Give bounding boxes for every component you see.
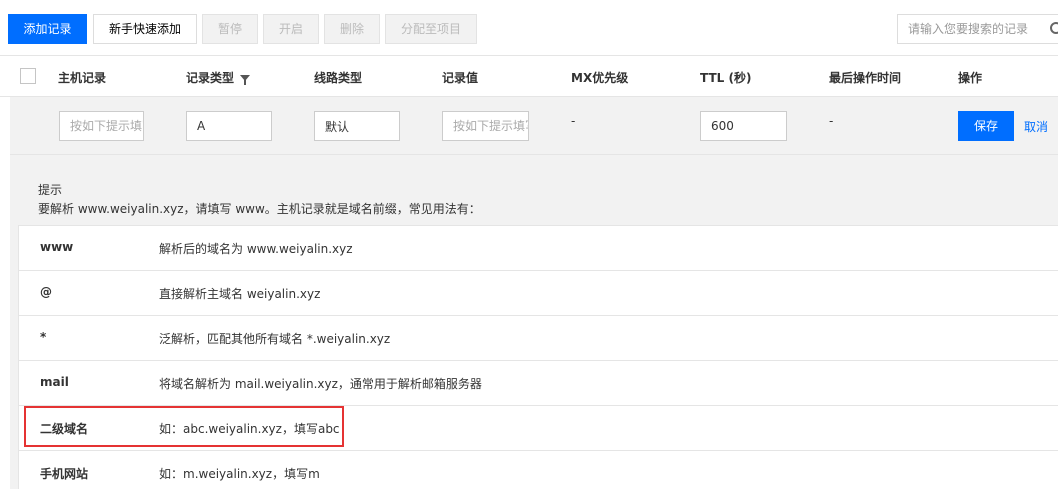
search-input[interactable]	[897, 14, 1058, 44]
tip-key: mail	[40, 375, 69, 389]
tip-row: 手机网站 如：m.weiyalin.xyz，填写m	[19, 451, 1058, 489]
tip-row: mail 将域名解析为 mail.weiyalin.xyz，通常用于解析邮箱服务…	[19, 361, 1058, 406]
column-record-type[interactable]: 记录类型	[186, 69, 251, 86]
tip-table: www 解析后的域名为 www.weiyalin.xyz @ 直接解析主域名 w…	[18, 225, 1058, 489]
edit-row: - - 保存 取消	[10, 97, 1058, 155]
column-last-time: 最后操作时间	[829, 71, 902, 85]
tip-value: 泛解析，匹配其他所有域名 *.weiyalin.xyz	[159, 332, 391, 346]
tip-value: 直接解析主域名 weiyalin.xyz	[159, 287, 321, 301]
value-input[interactable]	[442, 111, 529, 141]
ttl-input[interactable]	[700, 111, 787, 141]
tip-description: 要解析 www.weiyalin.xyz，请填写 www。主机记录就是域名前缀，…	[38, 202, 481, 216]
record-type-select[interactable]	[186, 111, 272, 141]
tip-title: 提示	[38, 183, 63, 197]
save-button[interactable]: 保存	[958, 111, 1014, 141]
mx-value: -	[571, 114, 576, 128]
tip-key: www	[40, 240, 74, 254]
tip-key: @	[40, 285, 52, 299]
assign-project-button[interactable]: 分配至项目	[385, 14, 477, 44]
cancel-link[interactable]: 取消	[1024, 118, 1048, 135]
tip-value: 如：m.weiyalin.xyz，填写m	[159, 467, 320, 481]
search-icon[interactable]	[1050, 22, 1058, 34]
tip-row: @ 直接解析主域名 weiyalin.xyz	[19, 271, 1058, 316]
line-type-select[interactable]	[314, 111, 400, 141]
delete-button[interactable]: 删除	[324, 14, 380, 44]
last-time-value: -	[829, 114, 834, 128]
column-line-type: 线路类型	[314, 71, 363, 85]
highlight-annotation-box	[24, 406, 344, 447]
add-record-button[interactable]: 添加记录	[8, 14, 87, 44]
tip-key: 手机网站	[40, 467, 89, 481]
filter-icon[interactable]	[240, 75, 251, 85]
column-value: 记录值	[442, 71, 479, 85]
tip-key: *	[40, 330, 47, 344]
tip-value: 解析后的域名为 www.weiyalin.xyz	[159, 242, 353, 256]
tip-row: www 解析后的域名为 www.weiyalin.xyz	[19, 226, 1058, 271]
quick-add-button[interactable]: 新手快速添加	[93, 14, 197, 44]
column-mx: MX优先级	[571, 71, 629, 85]
enable-button[interactable]: 开启	[263, 14, 319, 44]
pause-button[interactable]: 暂停	[202, 14, 258, 44]
table-header: 主机记录 记录类型 线路类型 记录值 MX优先级 TTL (秒) 最后操作时间 …	[0, 56, 1058, 97]
column-actions: 操作	[958, 71, 983, 85]
toolbar: 添加记录 新手快速添加 暂停 开启 删除 分配至项目	[0, 0, 1058, 56]
tip-row: * 泛解析，匹配其他所有域名 *.weiyalin.xyz	[19, 316, 1058, 361]
column-ttl: TTL (秒)	[700, 71, 752, 85]
tip-value: 将域名解析为 mail.weiyalin.xyz，通常用于解析邮箱服务器	[159, 377, 482, 391]
column-record-type-label: 记录类型	[186, 71, 235, 85]
select-all-checkbox[interactable]	[20, 68, 36, 84]
host-input[interactable]	[59, 111, 144, 141]
column-host: 主机记录	[58, 71, 107, 85]
